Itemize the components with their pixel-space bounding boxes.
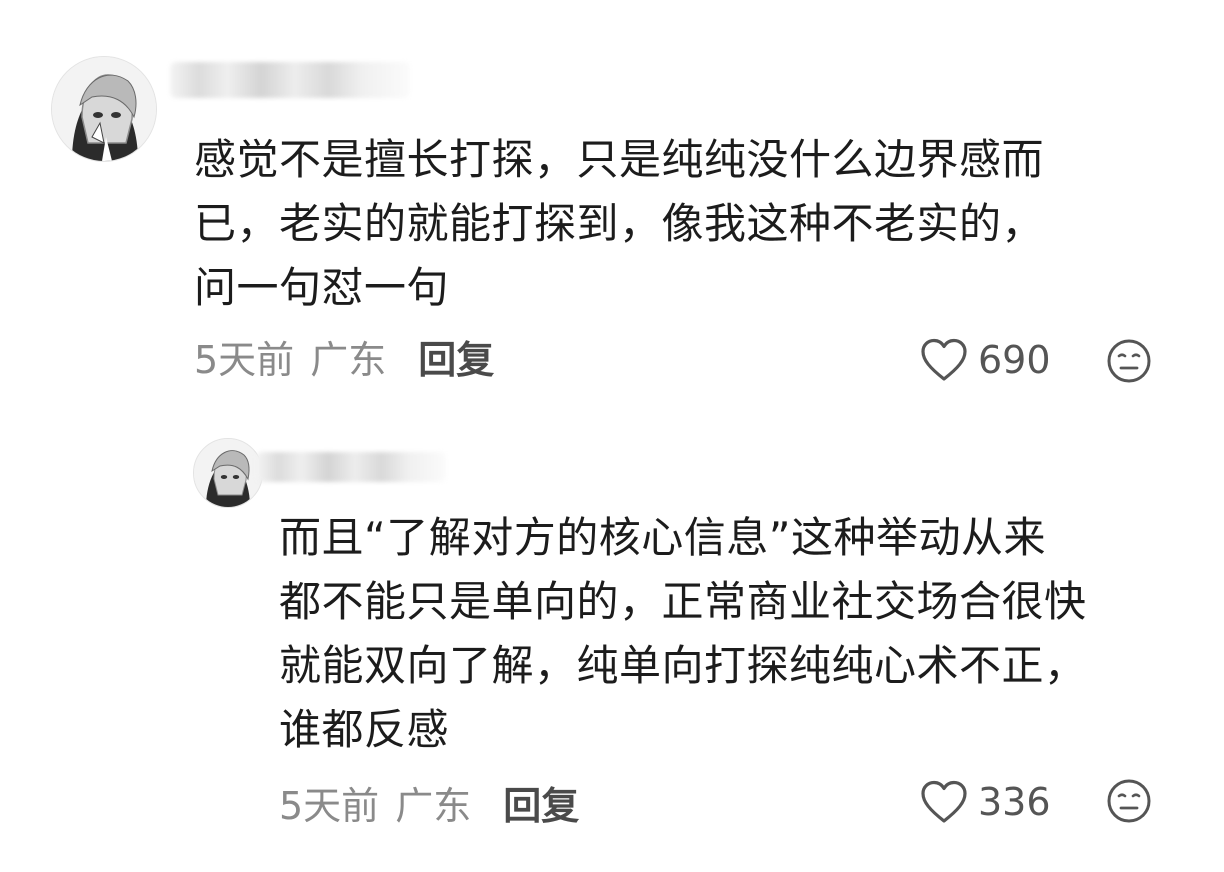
like-button[interactable]: 336: [920, 778, 1051, 826]
neutral-face-icon: [1107, 339, 1151, 383]
comment-meta: 5天前 广东 回复: [194, 336, 494, 384]
comment-item: 感觉不是擅长打探，只是纯纯没什么边界感而 已，老实的就能打探到，像我这种不老实的…: [0, 0, 1224, 400]
username-redacted[interactable]: [170, 62, 410, 98]
comment-meta: 5天前 广东 回复: [279, 782, 579, 830]
comment-time: 5天前: [279, 784, 380, 828]
like-button[interactable]: 690: [920, 336, 1051, 384]
comment-location: 广东: [395, 784, 472, 828]
like-count: 336: [978, 780, 1051, 824]
avatar-image: [52, 57, 156, 161]
heart-outline-icon: [921, 338, 967, 381]
comment-text: 而且“了解对方的核心信息”这种举动从来 都不能只是单向的，正常商业社交场合很快 …: [279, 513, 1087, 754]
avatar[interactable]: [51, 56, 157, 162]
reply-comment-item: 而且“了解对方的核心信息”这种举动从来 都不能只是单向的，正常商业社交场合很快 …: [0, 400, 1224, 872]
reaction-button[interactable]: [1106, 778, 1152, 828]
comment-time: 5天前: [194, 338, 295, 382]
like-count: 690: [978, 338, 1051, 382]
heart-outline-icon: [921, 780, 967, 823]
avatar-image: [194, 439, 262, 507]
avatar[interactable]: [193, 438, 263, 508]
reply-button[interactable]: 回复: [418, 336, 494, 384]
reply-button[interactable]: 回复: [503, 782, 579, 830]
neutral-face-icon: [1107, 779, 1151, 823]
comment-location: 广东: [310, 338, 387, 382]
username-redacted[interactable]: [256, 452, 446, 482]
reaction-button[interactable]: [1106, 338, 1152, 388]
comment-text: 感觉不是擅长打探，只是纯纯没什么边界感而 已，老实的就能打探到，像我这种不老实的…: [194, 135, 1045, 312]
